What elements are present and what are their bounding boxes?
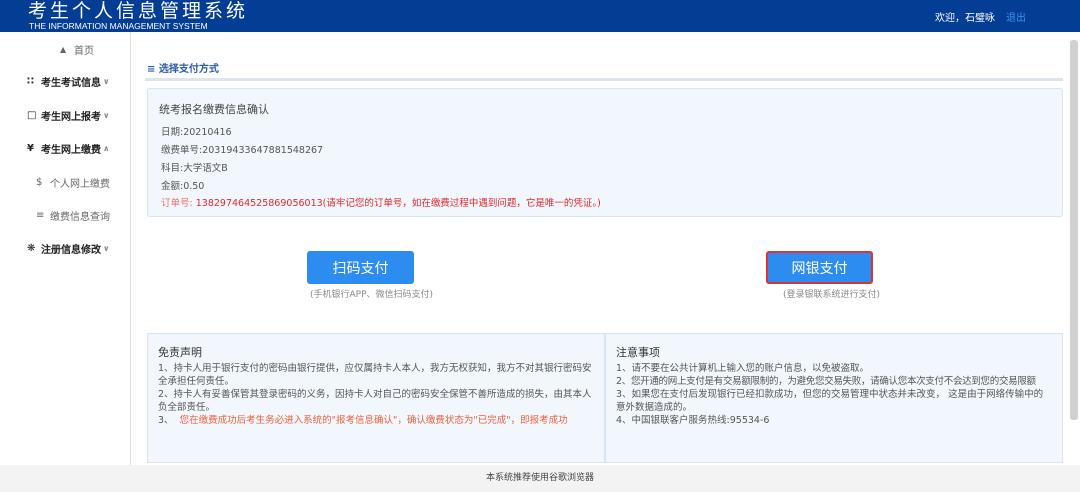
info-amount: 金额:0.50 bbox=[161, 181, 205, 192]
sidebar-item-label: 考生网上缴费 bbox=[41, 145, 101, 156]
disclaimer-item-number: 3、 bbox=[158, 415, 174, 426]
payment-info-panel: 统考报名缴费信息确认 日期:20210416 缴费单号:203194336478… bbox=[147, 88, 1063, 217]
chevron-down-icon: ∨ bbox=[103, 244, 110, 253]
list-icon: ≡ bbox=[36, 210, 45, 221]
home-icon: ▲ bbox=[60, 45, 67, 54]
sidebar-item-label: 注册信息修改 bbox=[41, 245, 101, 256]
sidebar-item-exam-info[interactable]: ∷ 考生考试信息 ∨ bbox=[27, 74, 158, 89]
scrollbar[interactable] bbox=[1070, 40, 1078, 420]
sidebar: ▲ 首页 ∷ 考生考试信息 ∨ □ 考生网上报考 ∨ ¥ 考生网上缴费 ∧ $ 个人网上缴费 ≡… bbox=[0, 32, 131, 465]
logout-link[interactable]: 退出 bbox=[1006, 9, 1026, 24]
disclaimer-item: 1、持卡人用于银行支付的密码由银行提供，应仅属持卡人本人，我方无权获知，我方不对… bbox=[158, 363, 592, 387]
yen-icon: ¥ bbox=[27, 143, 34, 154]
info-bill-no: 缴费单号:20319433647881548267 bbox=[161, 145, 324, 156]
info-date: 日期:20210416 bbox=[161, 127, 232, 138]
info-title: 统考报名缴费信息确认 bbox=[159, 103, 269, 116]
sidebar-item-label: 首页 bbox=[74, 46, 94, 57]
sidebar-item-label: 缴费信息查询 bbox=[50, 212, 110, 223]
sidebar-item-label: 考生网上报考 bbox=[41, 112, 101, 123]
disclaimer-warning: 您在缴费成功后考生务必进入系统的"报考信息确认"，确认缴费状态为"已完成"，即报… bbox=[179, 415, 568, 426]
chevron-down-icon: ∨ bbox=[103, 111, 110, 120]
note-item: 4、中国银联客户服务热线:95534-6 bbox=[616, 415, 770, 426]
disclaimer-item: 3、 您在缴费成功后考生务必进入系统的"报考信息确认"，确认缴费状态为"已完成"… bbox=[158, 414, 594, 427]
dollar-icon: $ bbox=[36, 177, 43, 188]
app-title: 考生个人信息管理系统 bbox=[28, 0, 249, 22]
qr-pay-hint: (手机银行APP、微信扫码支付) bbox=[310, 290, 434, 300]
sidebar-item-online-payment[interactable]: ¥ 考生网上缴费 ∧ bbox=[27, 141, 158, 156]
section-title: ≡ 选择支付方式 bbox=[147, 60, 219, 75]
qr-pay-button[interactable]: 扫码支付 bbox=[307, 251, 414, 284]
note-item: 1、请不要在公共计算机上输入您的账户信息，以免被盗取。 bbox=[616, 363, 870, 374]
note-item: 2、您开通的网上支付是有交易额限制的，为避免您交易失败，请确认您本次支付不会达到… bbox=[616, 376, 1036, 387]
order-text: 138297464525869056013(请牢记您的订单号，如在缴费过程中遇到… bbox=[195, 198, 601, 209]
gear-icon: ❋ bbox=[27, 243, 36, 254]
section-title-text: 选择支付方式 bbox=[158, 64, 219, 75]
sidebar-item-label: 个人网上缴费 bbox=[50, 179, 110, 190]
divider bbox=[145, 78, 1063, 81]
notes-title: 注意事项 bbox=[616, 346, 660, 359]
disclaimer-title: 免责声明 bbox=[158, 346, 202, 359]
notes-panel: 注意事项 1、请不要在公共计算机上输入您的账户信息，以免被盗取。 2、您开通的网… bbox=[605, 333, 1063, 463]
chevron-up-icon: ∧ bbox=[103, 144, 110, 153]
bank-pay-hint: (登录银联系统进行支付) bbox=[783, 290, 881, 300]
order-label: 订单号: bbox=[161, 198, 193, 209]
note-item: 3、如果您在支付后发现银行已经扣款成功，但您的交易管理中状态并未改变， 这是由于… bbox=[616, 389, 1044, 413]
sidebar-item-edit-registration[interactable]: ❋ 注册信息修改 ∨ bbox=[27, 241, 158, 256]
monitor-icon: □ bbox=[27, 110, 37, 121]
menu-icon: ≡ bbox=[147, 64, 156, 75]
info-subject: 科目:大学语文B bbox=[161, 163, 228, 174]
disclaimer-panel: 免责声明 1、持卡人用于银行支付的密码由银行提供，应仅属持卡人本人，我方无权获知… bbox=[147, 333, 605, 463]
sidebar-item-home[interactable]: ▲ 首页 bbox=[60, 42, 191, 57]
footer: 本系统推荐使用谷歌浏览器 bbox=[0, 465, 1080, 492]
bank-pay-button[interactable]: 网银支付 bbox=[766, 251, 873, 284]
chevron-down-icon: ∨ bbox=[103, 77, 110, 86]
app-subtitle: THE INFORMATION MANAGEMENT SYSTEM bbox=[29, 21, 208, 31]
grid-icon: ∷ bbox=[27, 76, 34, 87]
sidebar-item-label: 考生考试信息 bbox=[41, 78, 101, 89]
disclaimer-item: 2、持卡人有妥善保管其登录密码的义务，因持卡人对自己的密码安全保管不善所造成的损… bbox=[158, 389, 592, 413]
sidebar-item-online-register[interactable]: □ 考生网上报考 ∨ bbox=[27, 108, 158, 123]
info-order: 订单号: 138297464525869056013(请牢记您的订单号，如在缴费… bbox=[161, 195, 601, 209]
header: 考生个人信息管理系统 THE INFORMATION MANAGEMENT SY… bbox=[0, 0, 1080, 32]
welcome-text: 欢迎，石璧咏 bbox=[935, 13, 995, 24]
